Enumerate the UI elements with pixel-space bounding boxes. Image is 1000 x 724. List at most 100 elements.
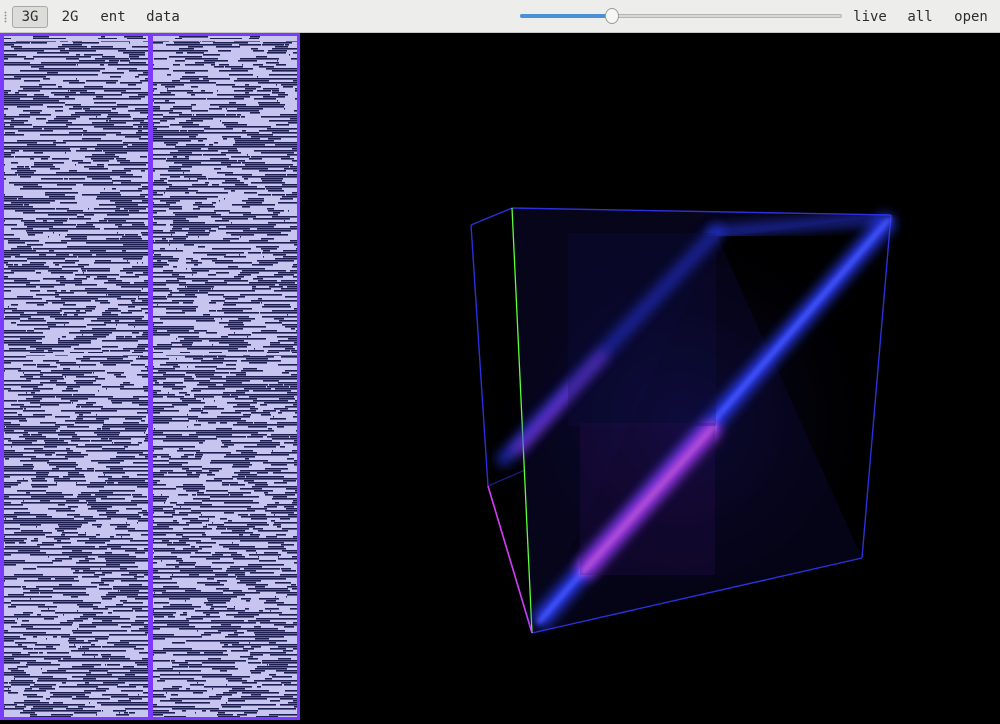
byte-run	[163, 648, 173, 650]
byte-run	[190, 504, 212, 506]
byte-run	[160, 120, 167, 122]
byte-run	[225, 338, 244, 340]
byte-run	[268, 210, 284, 212]
byte-column-right[interactable]	[153, 36, 297, 717]
byte-run	[76, 376, 98, 378]
byte-run	[91, 552, 92, 554]
byte-run	[84, 146, 100, 148]
live-button[interactable]: live	[850, 6, 890, 28]
byte-run	[58, 576, 74, 578]
byte-run	[48, 270, 52, 272]
byte-run	[27, 144, 37, 146]
byte-run	[108, 478, 130, 480]
byte-run	[280, 164, 293, 166]
toolbar-grip-handle[interactable]	[4, 11, 7, 23]
byte-run	[22, 256, 41, 258]
byte-run	[185, 356, 204, 358]
byte-run	[70, 364, 77, 366]
byte-run	[164, 638, 165, 640]
byte-run	[168, 180, 178, 182]
byte-run	[234, 276, 244, 278]
byte-run	[104, 676, 123, 678]
all-button[interactable]: all	[903, 6, 937, 28]
byte-run	[15, 440, 37, 442]
byte-run	[14, 596, 33, 598]
byte-run	[75, 618, 88, 620]
byte-run	[118, 248, 128, 250]
byte-run	[157, 522, 179, 524]
byte-run	[106, 512, 116, 514]
byte-run	[193, 434, 209, 436]
byte-run	[274, 564, 284, 566]
byte-run	[4, 336, 23, 338]
byte-run	[4, 502, 11, 504]
byte-run	[130, 592, 148, 594]
byte-run	[138, 694, 139, 696]
byte-run	[133, 462, 148, 464]
mode-data-button[interactable]: data	[142, 6, 184, 28]
byte-run	[196, 472, 212, 474]
byte-run	[23, 710, 45, 712]
byte-run	[120, 388, 130, 390]
byte-run	[189, 588, 196, 590]
byte-run	[168, 260, 178, 262]
byte-run	[154, 588, 170, 590]
byte-run	[182, 214, 189, 216]
byte-run	[182, 150, 198, 152]
byte-run	[250, 414, 251, 416]
byte-run	[54, 538, 70, 540]
byte-run	[153, 298, 154, 300]
byte-run	[27, 696, 43, 698]
byte-run	[276, 124, 289, 126]
byte-run	[90, 566, 109, 568]
byte-run	[253, 50, 263, 52]
slider-knob[interactable]	[604, 8, 619, 24]
byte-run	[192, 270, 205, 272]
byte-run	[279, 614, 297, 616]
byte-run	[224, 124, 243, 126]
position-slider[interactable]	[520, 8, 842, 24]
byte-run	[98, 556, 102, 558]
byte-run	[182, 126, 192, 128]
byte-run	[117, 452, 133, 454]
mode-2g-button[interactable]: 2G	[56, 6, 84, 28]
byte-run	[180, 678, 184, 680]
byte-run	[113, 254, 129, 256]
byte-run	[251, 412, 270, 414]
byte-run	[212, 620, 225, 622]
byte-run	[186, 688, 190, 690]
byte-run	[153, 224, 166, 226]
byte-run	[37, 272, 41, 274]
byte-run	[30, 590, 46, 592]
byte-run	[154, 408, 164, 410]
byte-column-left[interactable]	[4, 36, 148, 717]
mode-ent-button[interactable]: ent	[94, 6, 132, 28]
binary-overview-panel[interactable]	[0, 33, 300, 720]
byte-run	[237, 108, 241, 110]
byte-run	[5, 450, 15, 452]
byte-run	[189, 178, 190, 180]
byte-run	[66, 388, 73, 390]
byte-run	[23, 336, 45, 338]
open-button[interactable]: open	[950, 6, 992, 28]
byte-run	[219, 322, 229, 324]
byte-run	[206, 604, 213, 606]
byte-run	[204, 602, 226, 604]
byte-run	[116, 128, 126, 130]
byte-run	[282, 310, 292, 312]
byte-run	[83, 678, 96, 680]
byte-run	[285, 296, 297, 298]
byte-run	[33, 702, 49, 704]
mode-3g-button[interactable]: 3G	[12, 6, 48, 28]
byte-run	[106, 594, 119, 596]
byte-run	[93, 334, 109, 336]
byte-run	[35, 644, 36, 646]
byte-run	[75, 112, 79, 114]
byte-run	[224, 512, 234, 514]
3d-visualization-viewport[interactable]	[300, 33, 1000, 720]
byte-run	[106, 312, 107, 314]
byte-run	[204, 652, 223, 654]
byte-run	[171, 694, 178, 696]
byte-run	[4, 78, 14, 80]
byte-run	[270, 680, 280, 682]
